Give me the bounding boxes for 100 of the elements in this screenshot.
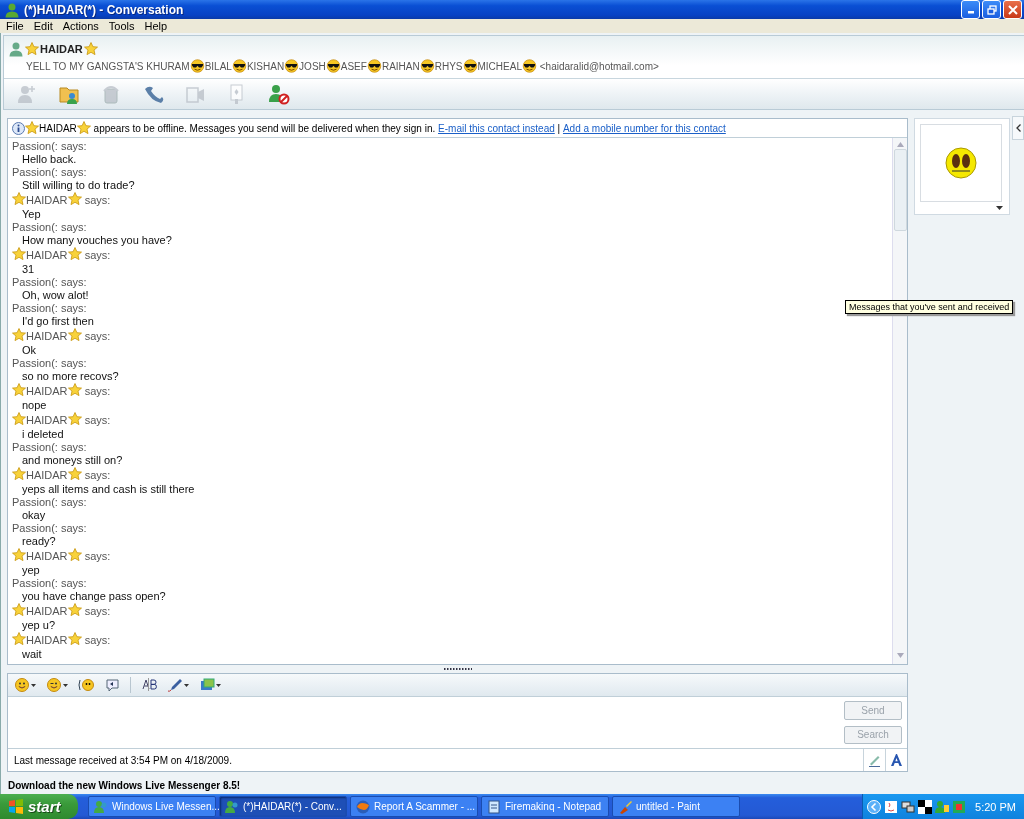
message-text: i deleted xyxy=(21,428,65,441)
star-icon xyxy=(67,328,82,342)
star-icon xyxy=(67,247,82,261)
star-icon xyxy=(25,42,39,56)
personal-message-text: RHYS xyxy=(434,60,463,72)
clock: 5:20 PM xyxy=(975,800,1016,813)
sender-name: Passion(: xyxy=(12,357,58,369)
says-label: says: xyxy=(84,249,111,261)
message-text: I'd go first then xyxy=(21,315,95,328)
star-icon xyxy=(25,121,39,135)
star-icon xyxy=(12,247,26,261)
says-label: says: xyxy=(60,276,87,288)
sunglasses-smiley-icon xyxy=(284,59,300,73)
compose-toolbar-button[interactable] xyxy=(12,676,38,694)
star-icon xyxy=(67,192,82,206)
menu-item[interactable]: Actions xyxy=(57,20,104,33)
sender-name: HAIDAR xyxy=(26,194,68,206)
email-contact-link[interactable]: E-mail this contact instead xyxy=(438,122,555,134)
menu-item[interactable]: Help xyxy=(139,20,173,33)
dropdown-caret-icon xyxy=(216,683,221,687)
star-icon xyxy=(12,192,26,206)
taskbar-button[interactable]: Report A Scammer - ... xyxy=(350,796,478,817)
says-label: says: xyxy=(60,357,87,369)
sender-name: Passion(: xyxy=(12,522,58,534)
start-button[interactable]: start xyxy=(0,794,78,819)
scrollbar[interactable] xyxy=(892,138,907,664)
network-icon[interactable] xyxy=(901,799,916,814)
star-icon xyxy=(12,632,26,646)
sender-name: Passion(: xyxy=(12,140,58,152)
window-title: (*)HAIDAR(*) - Conversation xyxy=(24,2,185,17)
says-label: says: xyxy=(60,441,87,453)
message-text: yep u? xyxy=(21,619,57,632)
collapse-panel-button[interactable] xyxy=(1012,116,1024,140)
personal-message-text: JOSH xyxy=(299,60,326,72)
scroll-thumb[interactable] xyxy=(893,149,907,231)
personal-message-text: YELL TO MY GANGSTA'S KHURAM xyxy=(26,60,190,72)
message-text: you have change pass open? xyxy=(21,590,167,603)
close-button[interactable] xyxy=(1003,0,1022,20)
sender-name: HAIDAR xyxy=(26,634,68,646)
chevron-left-icon xyxy=(1015,124,1021,132)
message-text: nope xyxy=(21,399,48,412)
menu-item[interactable]: Tools xyxy=(103,20,140,33)
dropdown-caret-icon xyxy=(63,683,68,687)
says-label: says: xyxy=(84,385,111,397)
restore-button[interactable] xyxy=(982,0,1001,20)
sender-name: HAIDAR xyxy=(26,550,68,562)
sunglasses-smiley-icon xyxy=(419,59,435,73)
sunglasses-smiley-icon xyxy=(325,59,341,73)
star-icon xyxy=(12,383,26,397)
restore-icon xyxy=(986,4,997,15)
picture-icon xyxy=(199,677,215,693)
menu-item[interactable]: Edit xyxy=(28,20,58,33)
says-label: says: xyxy=(84,605,111,617)
info-icon xyxy=(12,121,25,135)
notepad-icon xyxy=(486,798,502,815)
person-icon xyxy=(4,1,20,18)
link-separator: | xyxy=(557,122,561,134)
menu-item[interactable]: File xyxy=(1,20,29,33)
minimize-button[interactable] xyxy=(961,0,980,20)
compose-toolbar-button[interactable] xyxy=(165,676,191,694)
message-text: and moneys still on? xyxy=(21,454,124,467)
taskbar-button[interactable]: (*)HAIDAR(*) - Conv... xyxy=(219,796,347,817)
java-icon[interactable] xyxy=(884,799,899,814)
people-icon xyxy=(93,798,109,815)
sender-name: HAIDAR xyxy=(26,385,68,397)
pen-icon xyxy=(167,677,183,693)
dropdown-caret-icon xyxy=(31,683,36,687)
message-text: Oh, wow alot! xyxy=(21,289,90,302)
person-icon xyxy=(8,41,24,57)
spelling-icon xyxy=(141,677,157,693)
shaking-smiley-icon xyxy=(78,677,94,693)
winking-smiley-icon xyxy=(46,677,62,693)
sender-name: HAIDAR xyxy=(26,469,68,481)
message-text: Yep xyxy=(21,208,42,221)
compose-toolbar-button[interactable] xyxy=(44,676,70,694)
dropdown-caret-icon[interactable] xyxy=(996,206,1003,210)
says-label: says: xyxy=(60,221,87,233)
says-label: says: xyxy=(84,634,111,646)
windows-logo-icon xyxy=(8,798,24,815)
speech-bubble-icon xyxy=(104,677,120,693)
personal-message-text: ASEF xyxy=(340,60,367,72)
taskbar-button[interactable]: Firemakinq - Notepad xyxy=(481,796,609,817)
compose-toolbar-button[interactable] xyxy=(139,676,159,694)
status-text: Last message received at 3:54 PM on 4/18/2009. xyxy=(14,754,233,766)
star-icon xyxy=(12,467,26,481)
personal-message-text: RAIHAN xyxy=(381,60,420,72)
chevron-left-icon[interactable] xyxy=(867,799,882,814)
says-label: says: xyxy=(60,496,87,508)
says-label: says: xyxy=(60,302,87,314)
add-mobile-link[interactable]: Add a mobile number for this contact xyxy=(562,122,726,134)
sender-name: Passion(: xyxy=(12,441,58,453)
checker-icon[interactable] xyxy=(918,799,933,814)
blocked-person-icon xyxy=(268,83,290,105)
download-promo-text[interactable]: Download the new Windows Live Messenger 8.5! xyxy=(1,772,1024,794)
star-icon xyxy=(12,603,26,617)
scroll-up-icon xyxy=(896,142,904,147)
message-text: yeps all items and cash is still there xyxy=(21,483,196,496)
taskbar-button[interactable]: untitled - Paint xyxy=(612,796,740,817)
smiley-icon xyxy=(14,677,30,693)
compose-toolbar-button[interactable] xyxy=(76,676,96,694)
